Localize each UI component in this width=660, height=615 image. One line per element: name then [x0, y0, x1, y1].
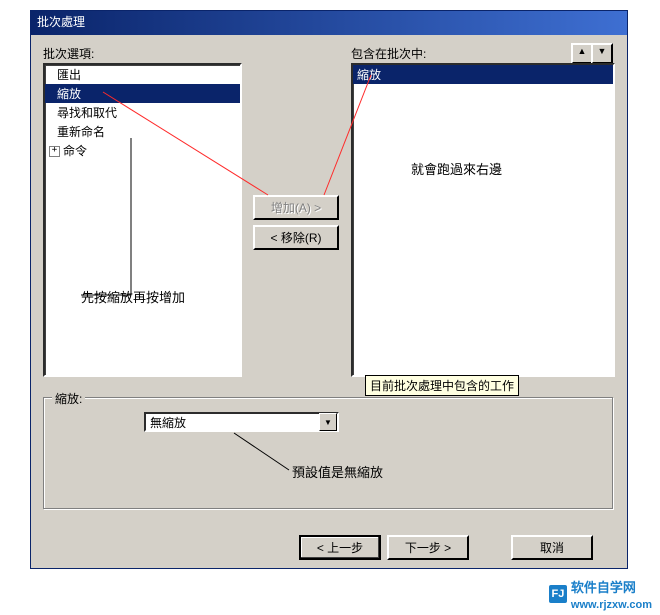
watermark-text: 软件自学网 www.rjzxw.com — [571, 577, 652, 611]
tooltip: 目前批次處理中包含的工作 — [365, 375, 519, 396]
back-button[interactable]: < 上一步 — [299, 535, 381, 560]
zoom-combo[interactable]: 無縮放 ▼ — [144, 412, 339, 432]
window-title: 批次處理 — [37, 15, 85, 29]
remove-button[interactable]: < 移除(R) — [253, 225, 339, 250]
watermark-icon: FJ — [549, 585, 567, 603]
dialog-content: 批次選項: 包含在批次中: ▲ ▼ 匯出 縮放 尋找和取代 重新命名 +命令 縮… — [31, 35, 627, 568]
included-item-zoom[interactable]: 縮放 — [353, 65, 613, 84]
zoom-groupbox: 縮放: 無縮放 ▼ 預設值是無縮放 — [43, 397, 613, 509]
list-item-zoom[interactable]: 縮放 — [45, 84, 240, 103]
watermark: FJ 软件自学网 www.rjzxw.com — [549, 577, 652, 611]
included-list[interactable]: 縮放 — [351, 63, 615, 377]
dialog-window: 批次處理 批次選項: 包含在批次中: ▲ ▼ 匯出 縮放 尋找和取代 重新命名 … — [30, 10, 628, 569]
tree-expand-icon[interactable]: + — [49, 146, 60, 157]
annotation-bottom: 預設值是無縮放 — [292, 462, 383, 481]
groupbox-title: 縮放: — [52, 390, 85, 407]
list-item-commands[interactable]: +命令 — [45, 141, 240, 160]
move-up-button[interactable]: ▲ — [571, 43, 593, 64]
combo-value: 無縮放 — [146, 414, 319, 431]
included-label: 包含在批次中: — [351, 45, 426, 62]
move-down-button[interactable]: ▼ — [591, 43, 613, 64]
cancel-button[interactable]: 取消 — [511, 535, 593, 560]
list-item-find-replace[interactable]: 尋找和取代 — [45, 103, 240, 122]
titlebar: 批次處理 — [31, 11, 627, 35]
annotation-right: 就會跑過來右邊 — [411, 159, 502, 178]
list-item-rename[interactable]: 重新命名 — [45, 122, 240, 141]
combo-dropdown-icon[interactable]: ▼ — [319, 413, 337, 431]
batch-options-label: 批次選項: — [43, 45, 94, 62]
next-button[interactable]: 下一步 > — [387, 535, 469, 560]
annotation-left: 先按縮放再按增加 — [81, 287, 185, 306]
batch-options-list[interactable]: 匯出 縮放 尋找和取代 重新命名 +命令 — [43, 63, 242, 377]
list-item-export[interactable]: 匯出 — [45, 65, 240, 84]
add-button[interactable]: 增加(A) > — [253, 195, 339, 220]
